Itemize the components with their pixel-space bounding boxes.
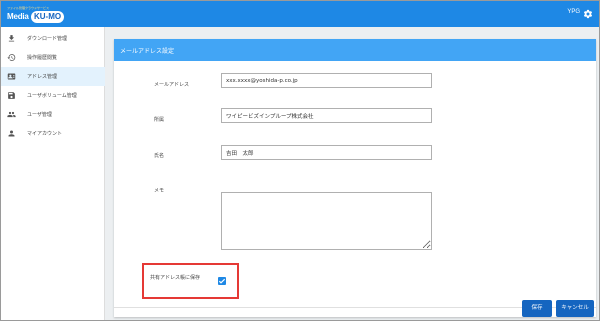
memo-label: メモ xyxy=(154,188,165,194)
affiliation-field[interactable] xyxy=(221,108,432,123)
sidebar-item-volume[interactable]: ユーザボリューム管理 xyxy=(1,86,105,105)
logo-kumo-text: KU-MO xyxy=(31,11,65,23)
email-field[interactable] xyxy=(221,73,432,88)
memo-field[interactable] xyxy=(221,192,432,250)
main-content: メールアドレス設定 メールアドレス 所属 氏名 メモ 共有アドレス帳に保存 xyxy=(106,27,599,320)
logo-media-text: Media xyxy=(7,12,29,21)
sidebar-item-label: 操作履歴閲覧 xyxy=(27,55,58,61)
sidebar: ダウンロード管理 操作履歴閲覧 アドレス管理 ユーザボリューム管理 ユーザ管理 … xyxy=(1,27,105,320)
sidebar-item-history[interactable]: 操作履歴閲覧 xyxy=(1,48,105,67)
sidebar-item-label: ユーザ管理 xyxy=(27,112,52,118)
check-icon xyxy=(218,278,226,284)
sidebar-item-label: アドレス管理 xyxy=(27,74,58,80)
person-icon xyxy=(8,130,15,137)
sidebar-item-download[interactable]: ダウンロード管理 xyxy=(1,29,105,48)
sidebar-item-users[interactable]: ユーザ管理 xyxy=(1,105,105,124)
email-settings-card: メールアドレス設定 メールアドレス 所属 氏名 メモ 共有アドレス帳に保存 xyxy=(114,39,596,317)
download-icon xyxy=(8,35,15,42)
card-header: メールアドレス設定 xyxy=(114,39,596,61)
people-icon xyxy=(7,111,16,118)
affiliation-label: 所属 xyxy=(154,117,165,123)
shared-address-checkbox[interactable] xyxy=(218,277,226,285)
contact-card-icon xyxy=(7,73,16,80)
sidebar-item-label: ダウンロード管理 xyxy=(27,36,68,42)
highlight-box: 共有アドレス帳に保存 xyxy=(142,263,239,299)
email-label: メールアドレス xyxy=(154,82,190,88)
save-button[interactable]: 保存 xyxy=(522,300,552,317)
cancel-button[interactable]: キャンセル xyxy=(556,300,594,317)
name-field[interactable] xyxy=(221,145,432,160)
sidebar-item-address[interactable]: アドレス管理 xyxy=(1,67,105,86)
app-logo[interactable]: ファイル管理クラウドサービス Media KU-MO xyxy=(4,3,76,25)
history-icon xyxy=(7,54,16,61)
save-icon xyxy=(8,92,15,99)
page-title: メールアドレス設定 xyxy=(120,48,175,55)
gear-icon[interactable] xyxy=(583,9,593,19)
sidebar-item-label: ユーザボリューム管理 xyxy=(27,93,77,99)
logo-tagline: ファイル管理クラウドサービス xyxy=(7,6,50,10)
name-label: 氏名 xyxy=(154,153,165,159)
sidebar-item-label: マイアカウント xyxy=(27,131,63,137)
shared-address-label: 共有アドレス帳に保存 xyxy=(150,275,201,281)
top-bar: ファイル管理クラウドサービス Media KU-MO YPG xyxy=(1,1,599,27)
sidebar-item-my-account[interactable]: マイアカウント xyxy=(1,124,105,143)
user-name[interactable]: YPG xyxy=(567,9,580,15)
